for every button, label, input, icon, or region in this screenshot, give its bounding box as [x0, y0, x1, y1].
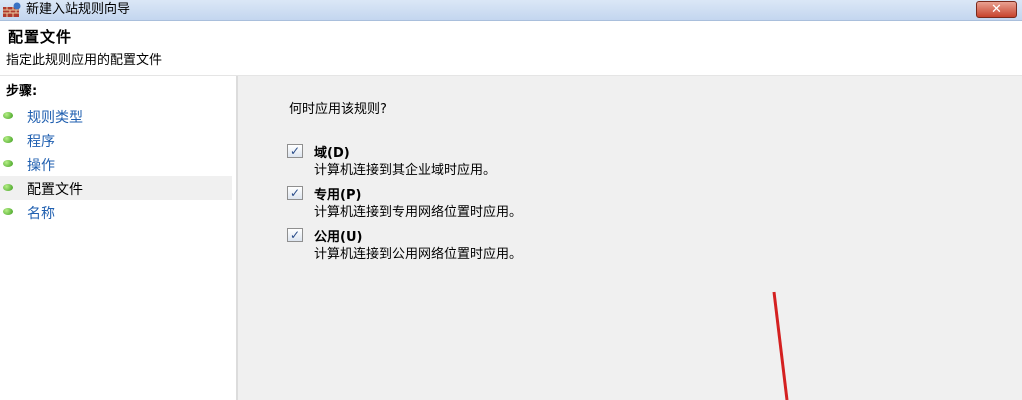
- annotation-arrow: [772, 291, 789, 400]
